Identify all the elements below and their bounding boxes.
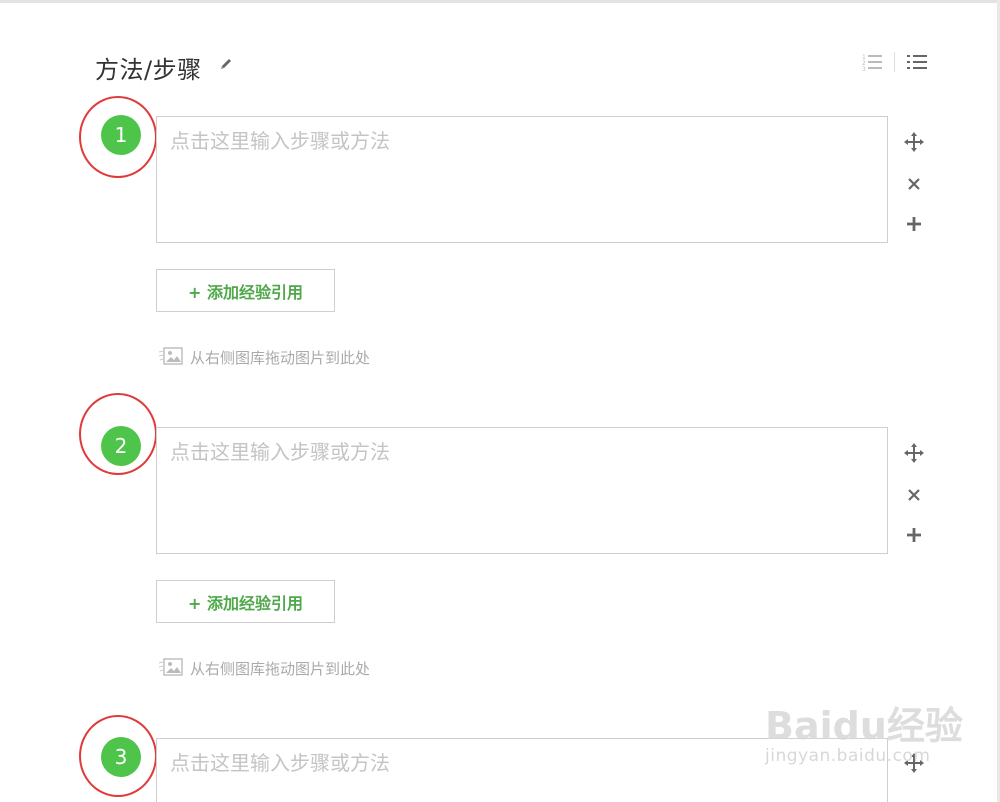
baidu-watermark: Baidu经验 jingyan.baidu.com bbox=[765, 695, 963, 766]
image-drop-hint: 从右侧图库拖动图片到此处 bbox=[158, 347, 370, 367]
add-quote-button[interactable]: + 添加经验引用 bbox=[156, 269, 335, 312]
plus-icon[interactable] bbox=[902, 523, 926, 547]
top-border bbox=[0, 0, 1000, 3]
view-toggle: 1 2 3 bbox=[860, 50, 929, 74]
close-icon[interactable] bbox=[902, 483, 926, 507]
add-quote-button[interactable]: + 添加经验引用 bbox=[156, 580, 335, 623]
bullet-list-icon[interactable] bbox=[905, 51, 929, 73]
step-input[interactable]: 点击这里输入步骤或方法 bbox=[156, 427, 888, 554]
svg-text:3: 3 bbox=[862, 66, 866, 72]
drop-hint-text: 从右侧图库拖动图片到此处 bbox=[190, 659, 371, 678]
image-icon bbox=[158, 347, 183, 365]
section-title: 方法/步骤 bbox=[95, 56, 202, 84]
step-input[interactable]: 点击这里输入步骤或方法 bbox=[156, 116, 888, 243]
plus-icon[interactable] bbox=[902, 212, 926, 236]
step-number-badge: 1 bbox=[101, 115, 141, 155]
drop-hint-text: 从右侧图库拖动图片到此处 bbox=[190, 348, 371, 367]
image-drop-hint: 从右侧图库拖动图片到此处 bbox=[158, 658, 370, 678]
step-number-badge: 3 bbox=[101, 737, 141, 777]
image-icon bbox=[158, 658, 183, 676]
edit-icon[interactable] bbox=[219, 56, 233, 70]
numbered-list-icon[interactable]: 1 2 3 bbox=[860, 51, 884, 73]
move-icon[interactable] bbox=[902, 441, 926, 465]
view-separator bbox=[894, 52, 895, 72]
close-icon[interactable] bbox=[902, 172, 926, 196]
step-number-badge: 2 bbox=[101, 426, 141, 466]
move-icon[interactable] bbox=[902, 130, 926, 154]
watermark-logo-text: Baidu经验 bbox=[765, 704, 963, 748]
